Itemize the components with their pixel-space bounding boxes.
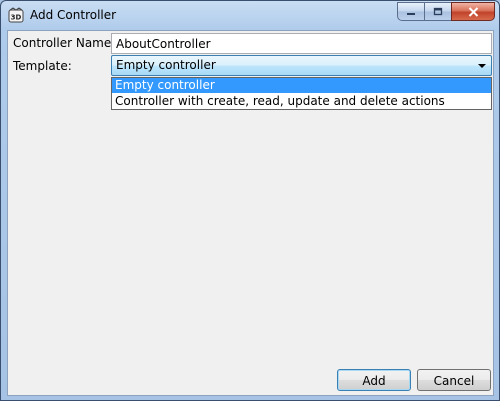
maximize-icon [433, 7, 443, 16]
controller-name-input[interactable] [111, 33, 492, 54]
title-bar[interactable]: 3D Add Controller [1, 1, 499, 29]
chevron-down-icon[interactable] [478, 64, 486, 68]
template-select[interactable]: Empty controller [111, 55, 492, 76]
template-label: Template: [13, 59, 72, 73]
close-button[interactable] [451, 2, 495, 21]
add-controller-dialog: 3D Add Controller Controller Name: Templ… [0, 0, 500, 401]
window-title: Add Controller [30, 8, 117, 22]
app-icon: 3D [8, 7, 24, 23]
add-button[interactable]: Add [337, 369, 411, 391]
template-dropdown-list: Empty controller Controller with create,… [111, 77, 492, 110]
controller-name-label: Controller Name: [13, 36, 116, 50]
dialog-body: Controller Name: Template: Empty control… [7, 30, 494, 396]
close-icon [468, 6, 478, 17]
template-option-crud[interactable]: Controller with create, read, update and… [112, 94, 491, 109]
cancel-button[interactable]: Cancel [417, 369, 491, 391]
minimize-icon [407, 12, 415, 15]
template-option-empty[interactable]: Empty controller [112, 78, 491, 93]
template-selected-value: Empty controller [116, 58, 216, 72]
maximize-button[interactable] [424, 2, 451, 21]
caption-buttons [397, 2, 495, 21]
minimize-button[interactable] [397, 2, 424, 21]
svg-text:3D: 3D [11, 14, 22, 22]
